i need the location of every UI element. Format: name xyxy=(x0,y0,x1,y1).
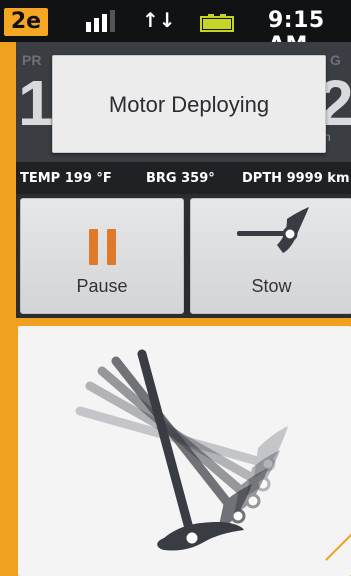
data-transfer-icon: ↑↓ xyxy=(142,8,176,32)
pause-button[interactable]: Pause xyxy=(20,198,184,314)
popup-message: Motor Deploying xyxy=(108,92,270,117)
left-readout-value: 1 xyxy=(18,67,54,139)
control-buttons: Pause Stow xyxy=(16,194,351,318)
pause-icon xyxy=(89,229,119,265)
depth-readout: DPTH 9999 km xyxy=(242,171,350,186)
info-bar: TEMP 199 °F BRG 359° DPTH 9999 km xyxy=(16,162,351,194)
battery-icon xyxy=(200,14,234,32)
deploy-animation-panel xyxy=(18,326,351,576)
device-edge xyxy=(0,0,16,576)
mode-badge: 2e xyxy=(4,8,48,36)
temp-readout: TEMP 199 °F xyxy=(20,171,112,186)
stow-label: Stow xyxy=(251,276,292,296)
motor-shaft-animation xyxy=(75,349,288,551)
bearing-readout: BRG 359° xyxy=(146,171,215,186)
signal-icon xyxy=(86,10,115,32)
motor-status-popup: Motor Deploying xyxy=(52,55,326,153)
stow-button[interactable]: Stow xyxy=(190,198,351,314)
status-bar: 2e ↑↓ 9:15 AM xyxy=(0,0,351,58)
pause-label: Pause xyxy=(76,276,128,296)
